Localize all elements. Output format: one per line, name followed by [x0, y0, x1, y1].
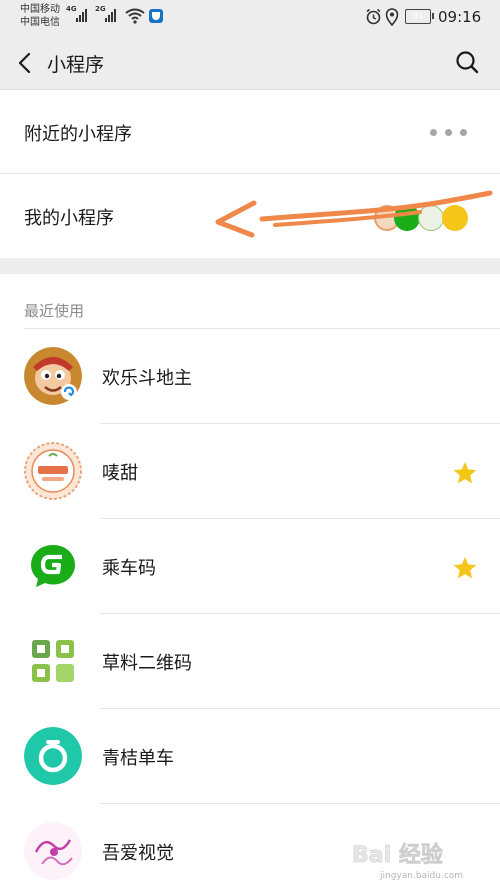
- watermark-text: Bai 经验: [352, 842, 443, 868]
- wuai-shijue-icon: [24, 822, 82, 880]
- nav-bar: 小程序: [0, 36, 500, 90]
- recent-section: 最近使用 欢乐斗地主 唛甜 乘车码 草料二维码 青桔单车 吾爱视觉: [0, 274, 500, 889]
- page-title: 小程序: [47, 54, 105, 76]
- app-name: 青桔单车: [102, 748, 174, 769]
- sim1-tag: 4G: [66, 5, 77, 13]
- carrier-info: 中国移动 中国电信: [20, 3, 60, 29]
- carrier-2: 中国电信: [20, 17, 60, 28]
- app-name: 吾爱视觉: [102, 843, 174, 864]
- app-name: 乘车码: [102, 558, 156, 579]
- nearby-mini-programs-row[interactable]: 附近的小程序: [0, 90, 500, 174]
- sim2-tag: 2G: [95, 5, 106, 13]
- sim2-signal-icon: 2G: [95, 5, 116, 22]
- list-item[interactable]: 草料二维码: [0, 614, 500, 709]
- list-item[interactable]: 乘车码: [0, 519, 500, 614]
- more-dots-icon: [430, 129, 467, 136]
- clock: 09:16: [438, 8, 482, 26]
- location-icon: [385, 8, 399, 26]
- alarm-icon: [366, 8, 381, 25]
- app-name: 欢乐斗地主: [102, 368, 192, 389]
- search-icon[interactable]: [455, 50, 479, 74]
- app-name: 唛甜: [102, 463, 138, 484]
- annotation-arrow: [215, 190, 493, 238]
- watermark-url: jingyan.baidu.com: [379, 871, 463, 881]
- chengchema-icon: [24, 537, 82, 595]
- caoliao-qrcode-icon: [24, 632, 82, 690]
- carrier-1: 中国移动: [20, 4, 60, 15]
- maitian-icon: [24, 442, 82, 500]
- security-shield-icon: [149, 9, 163, 23]
- battery-indicator: 91: [405, 9, 434, 24]
- nearby-mini-programs-label: 附近的小程序: [24, 124, 132, 145]
- my-mini-programs-label: 我的小程序: [24, 208, 114, 229]
- sim1-signal-icon: 4G: [66, 5, 87, 22]
- status-bar: 中国移动 中国电信 4G 2G 91 09:16: [0, 0, 500, 36]
- list-item[interactable]: 唛甜: [0, 424, 500, 519]
- recent-section-title: 最近使用: [24, 302, 85, 320]
- wifi-icon: [125, 8, 145, 24]
- top-section: 附近的小程序 我的小程序: [0, 90, 500, 258]
- baidu-jingyan-watermark: Bai 经验 jingyan.baidu.com: [352, 842, 463, 881]
- doudizhu-icon: [24, 347, 82, 405]
- battery-level: 91: [412, 11, 424, 21]
- star-icon[interactable]: [452, 555, 478, 581]
- app-name: 草料二维码: [102, 653, 192, 674]
- chevron-left-icon[interactable]: [14, 51, 38, 75]
- qingju-bike-icon: [24, 727, 82, 785]
- list-item[interactable]: 欢乐斗地主: [0, 329, 500, 424]
- star-icon[interactable]: [452, 460, 478, 486]
- list-item[interactable]: 青桔单车: [0, 709, 500, 804]
